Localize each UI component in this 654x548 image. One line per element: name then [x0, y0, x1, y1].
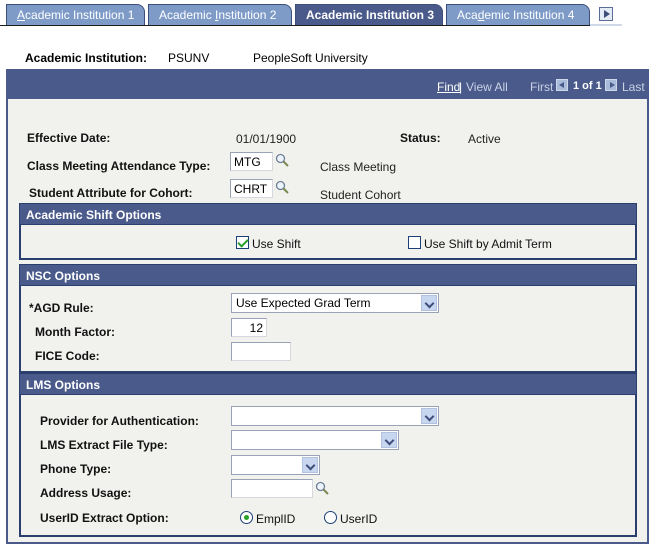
- lookup-icon[interactable]: [275, 153, 289, 167]
- agd-rule-value: Use Expected Grad Term: [236, 296, 371, 310]
- class-meeting-attendance-label: Class Meeting Attendance Type:: [27, 159, 211, 173]
- provider-authentication-label: Provider for Authentication:: [40, 414, 199, 428]
- month-factor-input[interactable]: [231, 318, 267, 337]
- fice-code-input[interactable]: [231, 342, 291, 361]
- accesskey-letter: I: [215, 8, 219, 22]
- tab-academic-institution-1[interactable]: Academic Institution 1: [6, 4, 145, 26]
- dropdown-arrow-icon: [302, 457, 318, 473]
- month-factor-label: Month Factor:: [35, 325, 115, 339]
- institution-name: PeopleSoft University: [253, 51, 368, 65]
- userid-radio-label[interactable]: UserID: [340, 512, 377, 526]
- phone-type-label: Phone Type:: [40, 462, 112, 476]
- next-tab-arrow-icon[interactable]: [599, 7, 613, 21]
- lms-extract-file-type-select[interactable]: [231, 430, 399, 450]
- tab-underline-extension: [590, 24, 622, 26]
- userid-extract-option-label: UserID Extract Option:: [40, 511, 169, 525]
- userid-radio[interactable]: [324, 511, 337, 524]
- use-shift-by-admit-term-checkbox[interactable]: [408, 236, 421, 249]
- find-link[interactable]: Find: [437, 80, 460, 94]
- accesskey-letter: d: [477, 8, 485, 22]
- tab-academic-institution-3[interactable]: Academic Institution 3: [295, 4, 443, 26]
- view-all-link[interactable]: View All: [466, 80, 508, 94]
- lookup-icon[interactable]: [315, 481, 329, 495]
- status-label: Status:: [400, 131, 441, 145]
- lms-options-title: LMS Options: [19, 373, 637, 395]
- next-arrow-icon[interactable]: [605, 79, 617, 91]
- use-shift-by-admit-term-label[interactable]: Use Shift by Admit Term: [424, 237, 552, 251]
- nsc-options-title: NSC Options: [19, 264, 637, 286]
- fice-code-label: FICE Code:: [35, 349, 100, 363]
- institution-label: Academic Institution:: [25, 51, 148, 65]
- academic-shift-options-title: Academic Shift Options: [19, 203, 637, 225]
- tab-label: Academic Institution 2: [159, 8, 277, 22]
- class-meeting-description: Class Meeting: [320, 160, 397, 174]
- student-attribute-cohort-input[interactable]: [230, 179, 273, 198]
- row-count: 1 of 1: [573, 80, 602, 92]
- institution-code: PSUNV: [168, 51, 210, 65]
- address-usage-label: Address Usage:: [40, 486, 132, 500]
- tab-academic-institution-2[interactable]: Academic Institution 2: [148, 4, 292, 26]
- agd-rule-select[interactable]: Use Expected Grad Term: [231, 293, 439, 313]
- emplid-radio-label[interactable]: EmplID: [256, 512, 295, 526]
- class-meeting-attendance-input[interactable]: [230, 152, 273, 171]
- tab-bar: Academic Institution 1 Academic Institut…: [0, 0, 654, 27]
- use-shift-label[interactable]: Use Shift: [252, 237, 301, 251]
- dropdown-arrow-icon: [381, 432, 397, 448]
- tab-label: Academic Institution 1: [17, 8, 135, 22]
- tab-academic-institution-4[interactable]: Academic Institution 4: [446, 4, 590, 26]
- tab-label: Academic Institution 3: [306, 8, 435, 22]
- lms-extract-file-type-label: LMS Extract File Type:: [40, 438, 168, 452]
- emplid-radio[interactable]: [240, 511, 253, 524]
- lookup-icon[interactable]: [275, 180, 289, 194]
- phone-type-select[interactable]: [231, 455, 320, 475]
- provider-authentication-select[interactable]: [231, 406, 439, 426]
- dropdown-arrow-icon: [421, 408, 437, 424]
- tab-underline: [0, 25, 590, 26]
- use-shift-checkbox[interactable]: [236, 236, 249, 249]
- previous-arrow-icon[interactable]: [556, 79, 568, 91]
- student-attribute-cohort-label: Student Attribute for Cohort:: [29, 186, 193, 200]
- tab-label: Academic Institution 4: [457, 8, 575, 22]
- last-link[interactable]: Last: [622, 80, 645, 94]
- first-link[interactable]: First: [530, 80, 553, 94]
- accesskey-letter: A: [17, 8, 26, 22]
- address-usage-input[interactable]: [231, 479, 313, 498]
- nav-separator: |: [459, 80, 463, 94]
- effective-date-value: 01/01/1900: [236, 132, 297, 146]
- student-cohort-description: Student Cohort: [320, 188, 401, 202]
- agd-rule-label: *AGD Rule:: [29, 301, 94, 315]
- dropdown-arrow-icon: [421, 295, 437, 311]
- status-value: Active: [468, 132, 501, 146]
- effective-date-label: Effective Date:: [27, 131, 111, 145]
